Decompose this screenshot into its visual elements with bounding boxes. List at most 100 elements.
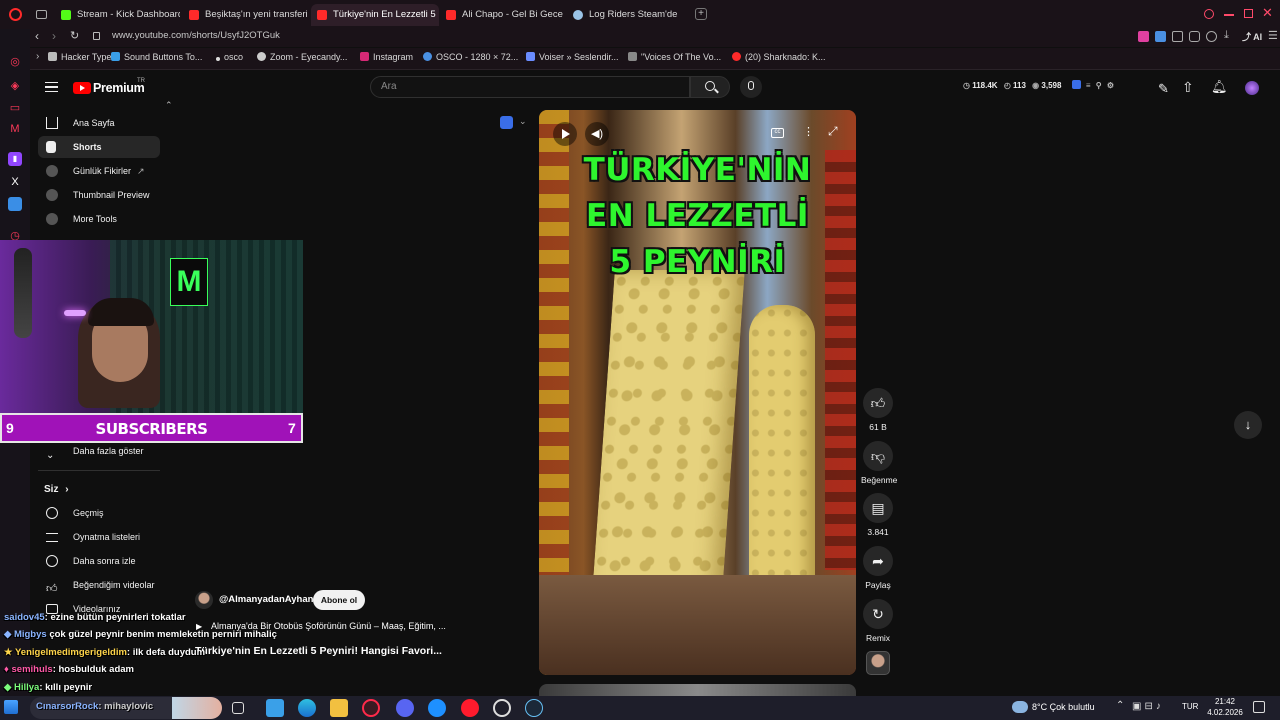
bookmark-instagram[interactable]: Instagram — [360, 52, 413, 62]
system-tray-chevron-icon[interactable]: ⌃ — [1116, 700, 1124, 711]
notification-center-icon[interactable] — [1253, 701, 1265, 713]
steam-icon[interactable] — [525, 699, 543, 717]
profile-icon[interactable] — [1206, 31, 1217, 42]
sidebar-item-watch-later[interactable]: Daha sonra izle — [38, 550, 160, 572]
obs-icon[interactable] — [493, 699, 511, 717]
fullscreen-icon[interactable]: ⤢ — [828, 124, 838, 139]
workspaces-icon[interactable] — [36, 10, 47, 19]
task-view-icon[interactable] — [232, 702, 244, 714]
tab-besiktas[interactable]: Beşiktaş'ın yeni transferi C — [183, 4, 308, 26]
search-tabs-icon[interactable] — [1204, 9, 1214, 19]
url-field[interactable]: www.youtube.com/shorts/UsyfJ2OTGuk — [112, 30, 280, 41]
create-icon[interactable]: ✎ — [1158, 81, 1169, 97]
search-input[interactable]: Ara — [370, 76, 690, 98]
clock-date[interactable]: 4.02.2026 — [1202, 708, 1248, 717]
shorts-video-player[interactable]: TÜRKİYE'NİN EN LEZZETLİ 5 PEYNİRİ ◀) cc … — [539, 110, 856, 675]
comments-button[interactable]: ▤ 3.841 — [861, 493, 895, 537]
taskbar-app-icon[interactable] — [266, 699, 284, 717]
chat-icon[interactable]: ▭ — [8, 101, 22, 115]
dislike-button[interactable]: 👎︎ Beğenme — [861, 441, 897, 485]
puzzle-icon[interactable] — [1189, 31, 1200, 42]
mail-icon[interactable]: M — [8, 122, 22, 136]
bookmark-sound-buttons[interactable]: Sound Buttons To... — [111, 52, 202, 62]
forward-icon[interactable]: › — [52, 29, 56, 43]
extension-icon[interactable] — [500, 116, 513, 129]
sidebar-item-more-tools[interactable]: More Tools — [38, 208, 160, 230]
next-short-button[interactable]: ↓ — [1234, 411, 1262, 439]
notifications-bell-icon[interactable]: 🔔︎ — [1211, 79, 1228, 95]
start-button[interactable] — [4, 700, 18, 714]
system-tray-icons[interactable]: ▣⊟♪ — [1132, 701, 1164, 712]
you-section-header[interactable]: Siz › — [44, 484, 69, 495]
search-button[interactable] — [690, 76, 730, 98]
bookmark-osco-1280[interactable]: OSCO - 1280 × 72... — [423, 52, 518, 62]
opera-gx-icon[interactable] — [362, 699, 380, 717]
language-indicator[interactable]: TUR — [1182, 702, 1198, 711]
x-twitter-icon[interactable]: X — [8, 175, 22, 189]
remix-button[interactable]: ↻ Remix — [861, 599, 895, 643]
clock-time[interactable]: 21:42 — [1207, 697, 1243, 706]
bookmark-hacker-typer[interactable]: Hacker Typer — [48, 52, 114, 62]
sidebar-item-gunluk-fikirler[interactable]: Günlük Fikirler ↗ — [38, 160, 160, 182]
show-more-button[interactable]: ⌄ Daha fazla göster — [38, 440, 160, 462]
new-tab-button[interactable]: + — [695, 8, 707, 20]
more-options-icon[interactable]: ⋮ — [803, 125, 814, 138]
download-icon[interactable]: ⤓ — [1224, 29, 1229, 42]
share-button[interactable]: ➦ Paylaş — [861, 546, 895, 590]
edge-icon[interactable] — [298, 699, 316, 717]
bookmark-sharknado[interactable]: (20) Sharknado: K... — [732, 52, 826, 62]
extension-icon[interactable] — [1138, 31, 1149, 42]
like-button[interactable]: 👍︎ 61 B — [861, 388, 895, 432]
voice-search-button[interactable] — [740, 76, 762, 98]
filter-icon[interactable]: ≡ — [1086, 81, 1091, 90]
sidebar-collapse-chevron-icon[interactable]: ⌃ — [165, 100, 173, 111]
ai-button[interactable]: ⤴ AI — [1242, 30, 1262, 43]
extension-icon[interactable] — [1172, 31, 1183, 42]
sidebar-item-shorts[interactable]: Shorts — [38, 136, 160, 158]
avatar[interactable] — [1245, 81, 1259, 95]
pin-icon[interactable]: ⚲ — [1096, 81, 1102, 90]
volume-button[interactable]: ◀) — [585, 122, 609, 146]
sidebar-item-liked-videos[interactable]: 👍︎ Beğendiğim videolar — [38, 574, 160, 596]
file-explorer-icon[interactable] — [330, 699, 348, 717]
captions-button[interactable]: cc — [771, 128, 784, 138]
play-button[interactable] — [553, 122, 577, 146]
sidebar-item-home[interactable]: Ana Sayfa — [38, 112, 160, 134]
extension-icon[interactable] — [8, 197, 22, 211]
tab-youtube-shorts[interactable]: Türkiye'nin En Lezzetli 5 P — [311, 4, 439, 26]
bookmark-zoom[interactable]: Zoom - Eyecandy... — [257, 52, 347, 62]
channel-handle[interactable]: @AlmanyadanAyhan — [219, 594, 313, 605]
bookmarks-chevron-icon[interactable]: › — [36, 51, 39, 62]
twitch-icon[interactable]: ▮ — [8, 152, 22, 166]
discord-icon[interactable] — [396, 699, 414, 717]
bookmark-voiser[interactable]: Voiser » Seslendir... — [526, 52, 619, 62]
extension-icon[interactable] — [1071, 80, 1081, 89]
opera-menu-icon[interactable] — [9, 8, 22, 21]
taskbar-search-box[interactable]: CınarsorRock: mihaylovic — [30, 697, 222, 719]
extension-icon[interactable] — [1155, 31, 1166, 42]
tab-steam[interactable]: Log Riders Steam'de — [567, 4, 692, 26]
subscribe-button[interactable]: Abone ol — [313, 590, 365, 610]
audio-source-thumbnail[interactable] — [866, 651, 890, 675]
youtube-logo[interactable]: Premium TR — [73, 78, 163, 96]
menu-icon[interactable]: ☰ — [1268, 29, 1278, 42]
opera-icon[interactable] — [461, 699, 479, 717]
weather-text[interactable]: 8°C Çok bulutlu — [1032, 702, 1095, 712]
tab-kick[interactable]: Stream - Kick Dashboard — [55, 4, 180, 26]
maximize-icon[interactable] — [1244, 9, 1253, 18]
close-icon[interactable]: ✕ — [1262, 5, 1273, 21]
next-short-preview[interactable] — [539, 684, 856, 696]
sidebar-item-thumbnail-preview[interactable]: Thumbnail Preview — [38, 184, 160, 206]
bookmark-voices[interactable]: "Voices Of The Vo... — [628, 52, 721, 62]
reload-icon[interactable]: ↻ — [70, 29, 79, 42]
sidebar-item-history[interactable]: Geçmiş — [38, 502, 160, 524]
sidebar-item-playlists[interactable]: Oynatma listeleri — [38, 526, 160, 548]
settings-icon[interactable]: ⚙ — [1107, 81, 1114, 90]
tab-ali-chapo[interactable]: Ali Chapo - Gel Bi Gece [C — [440, 4, 565, 26]
minimize-icon[interactable] — [1224, 14, 1234, 16]
chevron-down-icon[interactable]: ⌄ — [519, 116, 527, 127]
taskbar-app-icon[interactable] — [428, 699, 446, 717]
back-icon[interactable]: ‹ — [35, 29, 39, 43]
hamburger-menu-icon[interactable] — [45, 82, 58, 92]
aria-icon[interactable]: ◎ — [8, 55, 22, 69]
